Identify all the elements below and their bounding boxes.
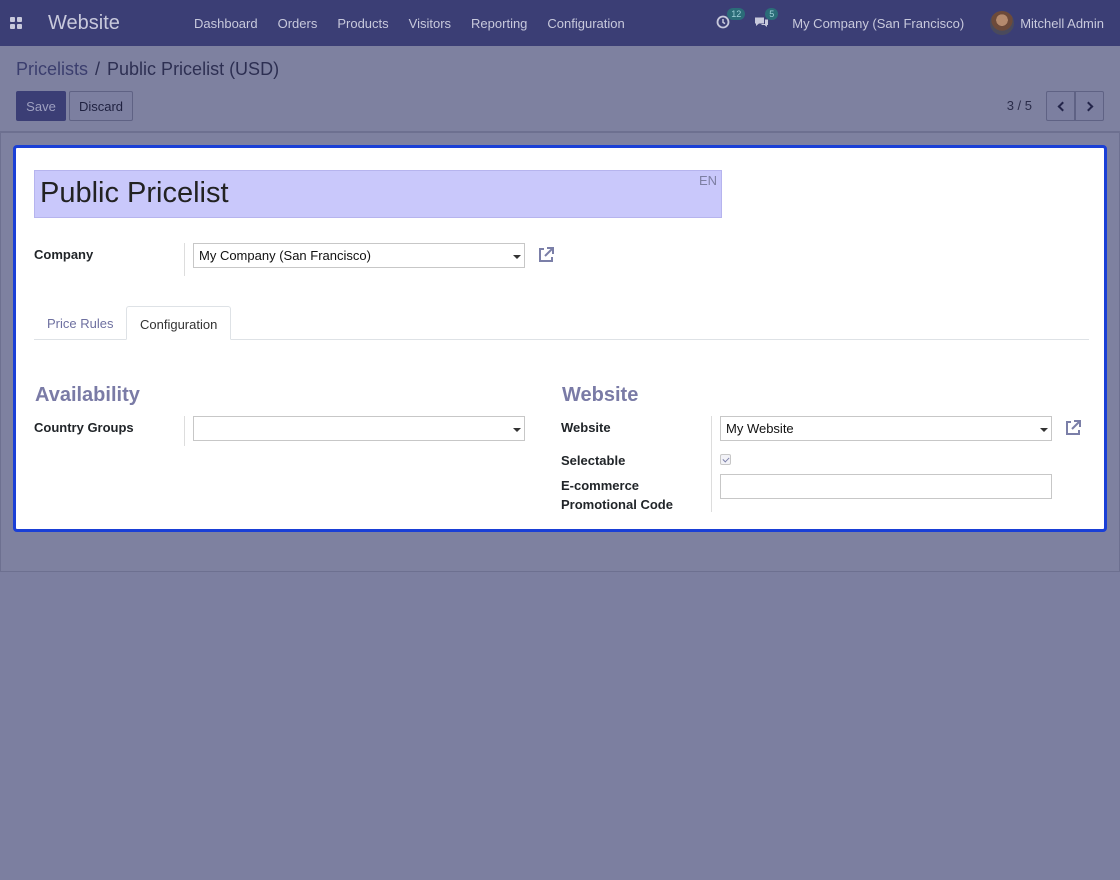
user-avatar[interactable] [990, 11, 1015, 35]
website-external-link-icon[interactable] [1063, 418, 1083, 438]
country-groups-label: Country Groups [34, 420, 134, 435]
form-sheet: Public Pricelist EN Company My Company (… [13, 145, 1107, 532]
promo-code-label-line1: E-commerce [561, 478, 640, 493]
notebook-tabs: Price Rules Configuration [34, 306, 1089, 340]
translate-language-button[interactable]: EN [699, 173, 717, 188]
company-label: Company [34, 247, 94, 262]
company-select[interactable]: My Company (San Francisco) [193, 243, 525, 268]
activity-clock-icon[interactable]: 12 [716, 8, 746, 31]
breadcrumb-separator: / [95, 59, 101, 79]
save-button[interactable]: Save [16, 91, 66, 121]
menu-configuration[interactable]: Configuration [537, 16, 634, 31]
field-separator [184, 416, 185, 446]
tab-configuration[interactable]: Configuration [126, 306, 232, 340]
promo-code-input[interactable] [720, 474, 1052, 499]
breadcrumb-current: Public Pricelist (USD) [107, 59, 280, 79]
chevron-left-icon [1057, 101, 1067, 111]
message-count-badge: 5 [765, 8, 779, 20]
selectable-checkbox[interactable] [720, 454, 731, 465]
top-navbar: Website Dashboard Orders Products Visito… [0, 0, 1120, 46]
company-switcher[interactable]: My Company (San Francisco) [792, 16, 964, 31]
check-icon [722, 455, 730, 463]
menu-visitors[interactable]: Visitors [399, 16, 461, 31]
field-separator [184, 243, 185, 276]
menu-reporting[interactable]: Reporting [461, 16, 537, 31]
caret-down-icon [513, 255, 521, 259]
control-panel: Pricelists / Public Pricelist (USD) Save… [0, 46, 1120, 132]
field-separator [711, 416, 712, 512]
website-select-value: My Website [726, 421, 794, 436]
menu-dashboard[interactable]: Dashboard [184, 16, 268, 31]
activity-count-badge: 12 [727, 8, 746, 20]
main-menu: Dashboard Orders Products Visitors Repor… [184, 16, 635, 31]
company-select-value: My Company (San Francisco) [199, 248, 371, 263]
website-select[interactable]: My Website [720, 416, 1052, 441]
chevron-right-icon [1083, 101, 1093, 111]
caret-down-icon [1040, 428, 1048, 432]
app-name[interactable]: Website [48, 12, 168, 35]
user-menu[interactable]: Mitchell Admin [1020, 16, 1104, 31]
pager-previous-button[interactable] [1046, 91, 1075, 121]
breadcrumb-pricelists-link[interactable]: Pricelists [16, 59, 88, 80]
pager-next-button[interactable] [1075, 91, 1104, 121]
breadcrumb: Pricelists / Public Pricelist (USD) [16, 59, 279, 80]
company-external-link-icon[interactable] [536, 245, 556, 265]
discard-button[interactable]: Discard [69, 91, 133, 121]
website-label: Website [561, 420, 611, 435]
selectable-label: Selectable [561, 453, 626, 468]
systray: 12 5 My Company (San Francisco) Mitchell… [716, 0, 1104, 46]
messages-chat-icon[interactable]: 5 [754, 8, 779, 31]
apps-menu-icon[interactable] [0, 0, 32, 46]
country-groups-select[interactable] [193, 416, 525, 441]
availability-section-title: Availability [35, 384, 140, 406]
website-section-title: Website [562, 384, 639, 406]
menu-products[interactable]: Products [327, 16, 398, 31]
pricelist-name-value: Public Pricelist [40, 177, 229, 209]
menu-orders[interactable]: Orders [268, 16, 328, 31]
tab-price-rules[interactable]: Price Rules [34, 306, 126, 340]
promo-code-label-line2: Promotional Code [561, 497, 673, 512]
pager-value[interactable]: 3 / 5 [1007, 98, 1032, 113]
pricelist-name-field[interactable]: Public Pricelist EN [34, 170, 722, 218]
caret-down-icon [513, 428, 521, 432]
